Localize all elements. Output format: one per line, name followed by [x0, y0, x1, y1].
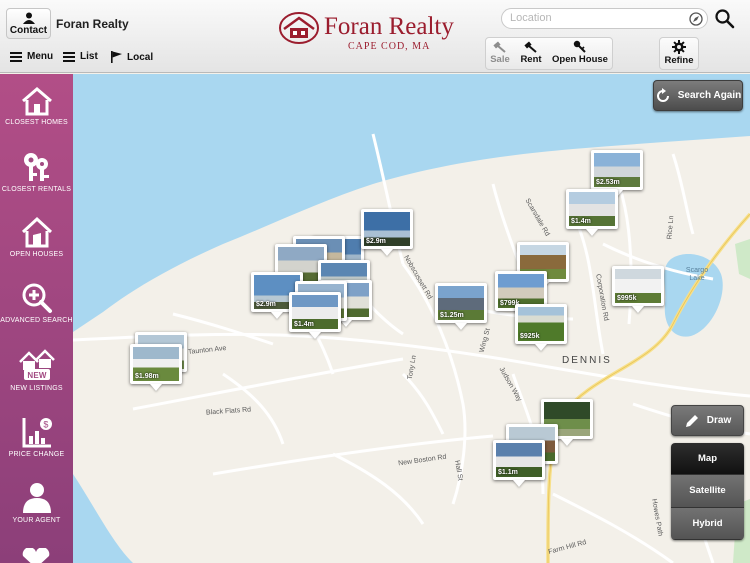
sidebar-item-price-change[interactable]: $ PRICE CHANGE	[0, 416, 73, 459]
sidebar-item-your-agent[interactable]: YOUR AGENT	[0, 482, 73, 525]
sidebar-item-new-listings[interactable]: NEW NEW LISTINGS	[0, 348, 73, 393]
search-icon[interactable]	[714, 8, 735, 29]
top-toolbar: Contact Foran Realty Foran Realty CAPE C…	[0, 0, 750, 73]
map-canvas	[73, 74, 750, 563]
sidebar-label: YOUR AGENT	[12, 517, 61, 524]
menu-button[interactable]: Menu	[10, 51, 53, 62]
local-button[interactable]: Local	[111, 51, 153, 63]
sidebar: CLOSEST HOMES CLOSEST RENTALS OPEN HOUSE…	[0, 74, 73, 563]
magnifier-plus-icon	[22, 283, 52, 313]
person-icon	[22, 12, 35, 24]
location-input[interactable]	[510, 12, 680, 24]
new-badge: NEW	[27, 371, 47, 380]
rent-label: Rent	[520, 54, 542, 65]
key-icon	[573, 40, 586, 53]
listing-price: $1.25m	[440, 312, 464, 319]
listing-pin[interactable]: $1.1m	[493, 440, 545, 480]
sidebar-label: PRICE CHANGE	[8, 451, 65, 458]
listing-price: $925k	[520, 333, 540, 340]
listing-pin[interactable]: $1.98m	[130, 344, 182, 384]
menu-label: Menu	[27, 51, 54, 62]
new-listings-icon: NEW	[18, 349, 55, 380]
listing-pin[interactable]: $1.25m	[435, 283, 487, 323]
svg-text:$: $	[43, 420, 48, 430]
listing-price: $1.1m	[498, 469, 518, 476]
pencil-icon	[685, 414, 698, 427]
price-change-icon: $	[22, 418, 52, 448]
listing-pin[interactable]: $995k	[612, 266, 664, 306]
contact-label: Contact	[9, 25, 48, 36]
logo-title: Foran Realty	[324, 13, 454, 40]
sidebar-item-closest-rentals[interactable]: CLOSEST RENTALS	[0, 151, 73, 194]
map-type-hybrid-button[interactable]: Hybrid	[671, 507, 744, 540]
logo-emblem-icon	[279, 12, 319, 44]
listing-pin[interactable]: $2.53m	[591, 150, 643, 190]
listing-price: $1.4m	[294, 321, 314, 328]
draw-button[interactable]: Draw	[671, 405, 744, 436]
lake-label: Scargo Lake	[685, 267, 709, 282]
listing-pin[interactable]: $2.9m	[361, 209, 413, 249]
map-type-selector: Map Satellite Hybrid	[671, 443, 744, 540]
agent-icon	[22, 483, 51, 513]
search-again-label: Search Again	[677, 90, 742, 101]
local-label: Local	[127, 51, 154, 63]
search-again-button[interactable]: Search Again	[653, 80, 743, 111]
gavel-icon	[493, 41, 506, 53]
sidebar-label: NEW LISTINGS	[10, 385, 63, 392]
listing-price: $2.9m	[256, 301, 276, 308]
map-type-map-button[interactable]: Map	[671, 443, 744, 476]
heart-icon[interactable]	[20, 548, 52, 563]
brand-name: Foran Realty	[56, 17, 129, 31]
flag-icon	[111, 51, 122, 63]
list-label: List	[80, 51, 98, 62]
listing-price: $2.9m	[366, 238, 386, 245]
open-house-icon	[21, 216, 52, 248]
contact-button[interactable]: Contact	[6, 8, 51, 39]
sidebar-item-closest-homes[interactable]: CLOSEST HOMES	[0, 86, 73, 127]
listing-price: $2.53m	[596, 179, 620, 186]
sale-label: Sale	[490, 54, 510, 65]
sidebar-label: CLOSEST RENTALS	[1, 186, 72, 193]
draw-label: Draw	[706, 415, 732, 426]
listing-pin[interactable]: $1.4m	[289, 292, 341, 332]
map-type-satellite-button[interactable]: Satellite	[671, 475, 744, 508]
refine-button[interactable]: Refine	[661, 38, 697, 69]
map-view[interactable]: Taunton Ave Black Flats Rd New Boston Rd…	[73, 74, 750, 563]
logo-subtitle: CAPE COD, MA	[348, 41, 431, 52]
open-house-button[interactable]: Open House	[551, 38, 609, 69]
listing-pin[interactable]: $925k	[515, 304, 567, 344]
keys-icon	[23, 153, 49, 181]
sidebar-label: OPEN HOUSES	[9, 251, 64, 258]
list-icon	[63, 51, 75, 62]
open-house-label: Open House	[552, 54, 608, 65]
sidebar-item-advanced-search[interactable]: ADVANCED SEARCH	[0, 282, 73, 325]
listing-price: $1.4m	[571, 218, 591, 225]
sidebar-label: CLOSEST HOMES	[5, 119, 68, 126]
refresh-icon	[656, 87, 669, 102]
gavel-icon	[524, 41, 537, 53]
house-icon	[21, 87, 52, 116]
sale-button[interactable]: Sale	[488, 38, 512, 69]
refine-label: Refine	[664, 55, 694, 66]
sidebar-label: ADVANCED SEARCH	[0, 317, 73, 324]
rent-button[interactable]: Rent	[517, 38, 545, 69]
foran-realty-logo: Foran Realty CAPE COD, MA	[278, 9, 454, 54]
listing-pin[interactable]: $1.4m	[566, 189, 618, 229]
locate-me-icon[interactable]	[689, 12, 703, 26]
location-search-box	[501, 8, 708, 29]
listing-price: $995k	[617, 295, 637, 302]
town-label: DENNIS	[562, 355, 612, 366]
sidebar-item-open-houses[interactable]: OPEN HOUSES	[0, 216, 73, 259]
list-button[interactable]: List	[63, 51, 98, 62]
gear-icon	[672, 40, 686, 54]
hamburger-icon	[10, 51, 22, 62]
listing-price: $1.98m	[135, 373, 159, 380]
